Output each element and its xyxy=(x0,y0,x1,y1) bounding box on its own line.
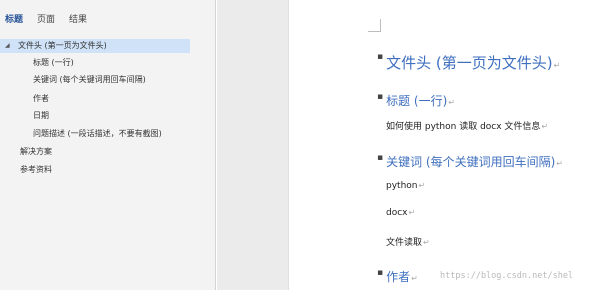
heading-title[interactable]: ▪ 标题 (一行)↵ xyxy=(377,92,455,109)
keyword-file-reading[interactable]: 文件读取↵ xyxy=(386,235,430,248)
tab-headings[interactable]: 标题 xyxy=(5,13,23,27)
navigation-tabs: 标题 页面 结果 xyxy=(5,13,87,27)
navigation-pane: 标题 页面 结果 ◢ 文件头 (第一页为文件头) 标题 (一行) 关键词 (每个… xyxy=(0,0,216,290)
heading-keywords[interactable]: ▪ 关键词 (每个关键词用回车间隔)↵ xyxy=(377,153,563,170)
tab-results[interactable]: 结果 xyxy=(69,13,87,27)
margin-corner-mark xyxy=(368,31,380,32)
paragraph-mark-icon: ↵ xyxy=(423,238,430,247)
paragraph-title-text[interactable]: 如何使用 python 读取 docx 文件信息↵ xyxy=(386,119,548,132)
tab-pages[interactable]: 页面 xyxy=(37,13,55,27)
tree-item-title[interactable]: 标题 (一行) xyxy=(33,56,74,70)
paragraph-mark-icon: ↵ xyxy=(418,181,426,190)
tree-item-label: 作者 xyxy=(33,94,49,103)
heading-bullet-icon: ▪ xyxy=(377,153,384,163)
tree-item-label: 文件头 (第一页为文件头) xyxy=(18,41,107,50)
document-page[interactable]: ▪ 文件头 (第一页为文件头)↵ ▪ 标题 (一行)↵ 如何使用 python 读取… xyxy=(288,0,613,290)
paragraph-mark-icon: ↵ xyxy=(556,159,563,168)
tree-item-solution[interactable]: 解决方案 xyxy=(20,145,52,159)
tree-item-date[interactable]: 日期 xyxy=(33,109,49,123)
paragraph-mark-icon: ↵ xyxy=(553,61,561,70)
keyword-docx[interactable]: docx↵ xyxy=(386,208,415,218)
pane-gap xyxy=(217,0,288,290)
margin-corner-mark xyxy=(380,19,381,32)
tree-item-label: 解决方案 xyxy=(20,147,52,156)
tree-item-label: 日期 xyxy=(33,111,49,120)
paragraph-mark-icon: ↵ xyxy=(541,122,549,131)
heading-file-header[interactable]: ▪ 文件头 (第一页为文件头)↵ xyxy=(377,52,560,73)
tree-item-label: 参考资料 xyxy=(20,165,52,174)
tree-item-label: 标题 (一行) xyxy=(33,58,74,67)
collapse-caret-icon[interactable]: ◢ xyxy=(5,39,10,53)
paragraph-mark-icon: ↵ xyxy=(411,274,418,283)
tree-item-author[interactable]: 作者 xyxy=(33,92,49,106)
keyword-python[interactable]: python↵ xyxy=(386,181,425,191)
tree-item-keywords[interactable]: 关键词 (每个关键词用回车间隔) xyxy=(33,73,146,87)
heading-author[interactable]: ▪ 作者↵ xyxy=(377,268,418,285)
watermark-url: https://blog.csdn.net/shel xyxy=(440,271,574,281)
heading-bullet-icon: ▪ xyxy=(377,268,384,278)
tree-item-label: 关键词 (每个关键词用回车间隔) xyxy=(33,75,146,84)
tree-item-label: 问题描述 (一段话描述，不要有截图) xyxy=(33,129,162,138)
paragraph-mark-icon: ↵ xyxy=(448,98,455,107)
tree-item-problem[interactable]: 问题描述 (一段话描述，不要有截图) xyxy=(33,127,162,141)
paragraph-mark-icon: ↵ xyxy=(408,208,416,217)
tree-item-references[interactable]: 参考资料 xyxy=(20,163,52,177)
heading-bullet-icon: ▪ xyxy=(377,92,384,102)
tree-item-file-header[interactable]: ◢ 文件头 (第一页为文件头) xyxy=(0,39,190,53)
heading-bullet-icon: ▪ xyxy=(377,52,384,62)
